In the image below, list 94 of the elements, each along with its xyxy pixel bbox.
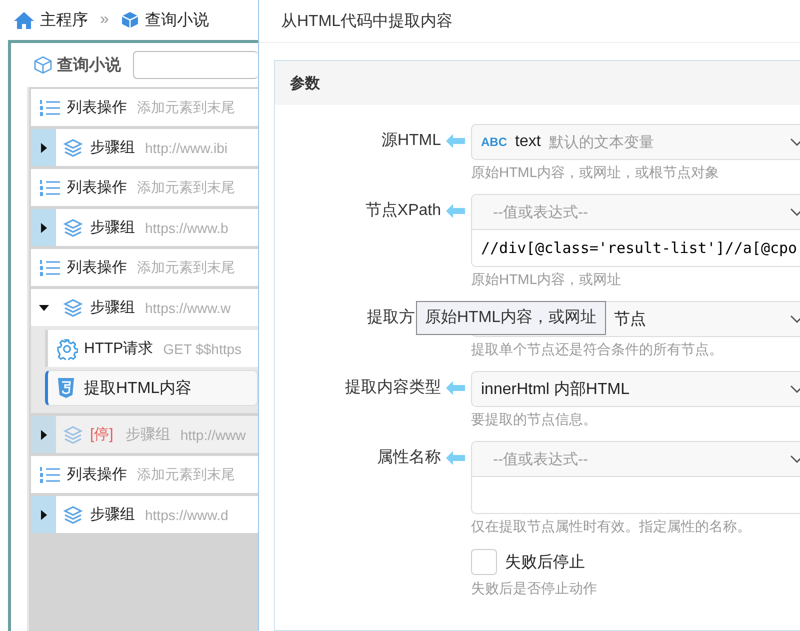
step-name: HTTP请求	[84, 339, 154, 358]
step-name: 步骤组	[90, 218, 135, 237]
field-hint: 仅在提取节点属性时有效。指定属性的名称。	[471, 517, 752, 536]
step-detail: GET $$https	[163, 340, 242, 356]
step-row[interactable]: 列表操作 添加元素到末尾	[31, 249, 258, 286]
step-detail: 添加元素到末尾	[137, 178, 235, 196]
tooltip: 原始HTML内容，或网址	[416, 301, 606, 335]
step-group-row[interactable]: 步骤组 http://www.ibi	[31, 129, 258, 166]
step-group-row[interactable]: 步骤组 https://www.d	[31, 496, 258, 533]
breadcrumb-link[interactable]: 主程序	[40, 10, 88, 30]
step-row[interactable]: HTTP请求 GET $$https	[45, 330, 258, 367]
step-name: 步骤组	[90, 505, 135, 524]
step-name: 列表操作	[67, 258, 127, 277]
step-name: 列表操作	[67, 465, 127, 484]
home-icon	[14, 11, 34, 29]
dialog-title: 从HTML代码中提取内容	[259, 0, 800, 43]
step-name: 列表操作	[67, 178, 127, 197]
panel-title: 查询小说	[57, 56, 121, 76]
select-value: innerHtml 内部HTML	[481, 380, 630, 400]
field-label: 源HTML	[381, 132, 441, 149]
step-name: 步骤组	[90, 138, 135, 157]
cube-icon	[120, 11, 139, 29]
dropdown-select[interactable]: innerHtml 内部HTML	[471, 371, 800, 407]
select-value: 节点	[614, 310, 646, 330]
select-placeholder: --值或表达式--	[493, 450, 588, 468]
step-name: 步骤组	[125, 425, 170, 444]
layers-icon	[62, 218, 84, 238]
stopped-tag: [停]	[90, 425, 114, 444]
expand-toggle[interactable]	[31, 129, 56, 166]
field-hint: 失败后是否停止动作	[471, 579, 598, 598]
checkbox-label: 失败后停止	[505, 552, 585, 572]
name-field[interactable]	[133, 51, 258, 79]
layers-icon	[62, 298, 84, 318]
field-hint: 原始HTML内容，或网址，或根节点对象	[471, 163, 720, 182]
step-detail: https://www.d	[145, 506, 228, 522]
step-row[interactable]: 列表操作 添加元素到末尾	[31, 169, 258, 206]
caret-right-icon	[38, 222, 48, 232]
type-tag: ABC	[481, 135, 507, 149]
step-detail: http://www	[180, 426, 246, 442]
field-hint: 要提取的节点信息。	[471, 410, 598, 429]
numbered-list-icon	[39, 258, 61, 278]
expression-field[interactable]	[471, 477, 800, 514]
chevron-down-icon	[790, 208, 800, 216]
step-detail: https://www.b	[145, 220, 228, 236]
left-arrow-icon[interactable]	[446, 451, 466, 465]
expression-field[interactable]: //div[@class='result-list']//a[@cpo	[471, 230, 800, 267]
layers-icon	[62, 504, 84, 524]
step-detail: 添加元素到末尾	[137, 98, 235, 116]
select-value: text	[515, 133, 541, 151]
step-row[interactable]: 提取HTML内容	[45, 370, 258, 406]
chevron-down-icon	[790, 455, 800, 463]
left-arrow-icon[interactable]	[446, 381, 466, 395]
left-arrow-icon[interactable]	[446, 134, 466, 148]
step-name: 提取HTML内容	[84, 378, 192, 398]
numbered-list-icon	[39, 98, 61, 118]
left-arrow-icon[interactable]	[446, 204, 466, 218]
field-label: 提取内容类型	[345, 379, 441, 396]
caret-right-icon	[38, 510, 48, 520]
select-placeholder: --值或表达式--	[493, 202, 588, 222]
chevron-down-icon	[790, 315, 800, 323]
layers-icon	[62, 138, 84, 158]
chevron-down-icon	[790, 385, 800, 393]
breadcrumb-link[interactable]: 查询小说	[144, 10, 209, 30]
numbered-list-icon	[39, 464, 61, 484]
caret-right-icon	[38, 142, 48, 152]
field-hint: 原始HTML内容，或网址	[471, 270, 622, 289]
breadcrumb-separator: »	[100, 11, 109, 29]
numbered-list-icon	[39, 178, 61, 198]
cube-icon	[33, 55, 53, 75]
step-detail: 添加元素到末尾	[137, 466, 235, 484]
step-detail: 添加元素到末尾	[137, 258, 235, 276]
expand-toggle[interactable]	[31, 209, 56, 246]
caret-right-icon	[38, 430, 48, 440]
checkbox[interactable]	[471, 549, 497, 575]
field-label: 节点XPath	[365, 202, 441, 219]
step-row[interactable]: 列表操作 添加元素到末尾	[31, 456, 258, 493]
field-hint: 提取单个节点还是符合条件的所有节点。	[471, 340, 724, 359]
variable-select[interactable]: ABC text 默认的文本变量	[471, 124, 800, 160]
step-group-row[interactable]: 步骤组 https://www.w	[31, 289, 258, 326]
step-detail: http://www.ibi	[145, 140, 228, 156]
gear-icon	[56, 338, 78, 360]
field-label: 提取方	[367, 309, 415, 326]
caret-down-icon	[38, 302, 48, 312]
step-name: 列表操作	[67, 98, 127, 117]
step-group-row[interactable]: 步骤组 https://www.b	[31, 209, 258, 246]
layers-icon	[62, 424, 84, 444]
step-name: 步骤组	[90, 298, 135, 317]
step-detail: https://www.w	[145, 300, 231, 316]
expand-toggle[interactable]	[31, 496, 56, 533]
section-title: 参数	[275, 61, 800, 105]
field-label: 属性名称	[377, 449, 441, 466]
variable-note: 默认的文本变量	[548, 132, 654, 152]
step-row[interactable]: 列表操作 添加元素到末尾	[31, 89, 258, 126]
chevron-down-icon	[790, 138, 800, 146]
